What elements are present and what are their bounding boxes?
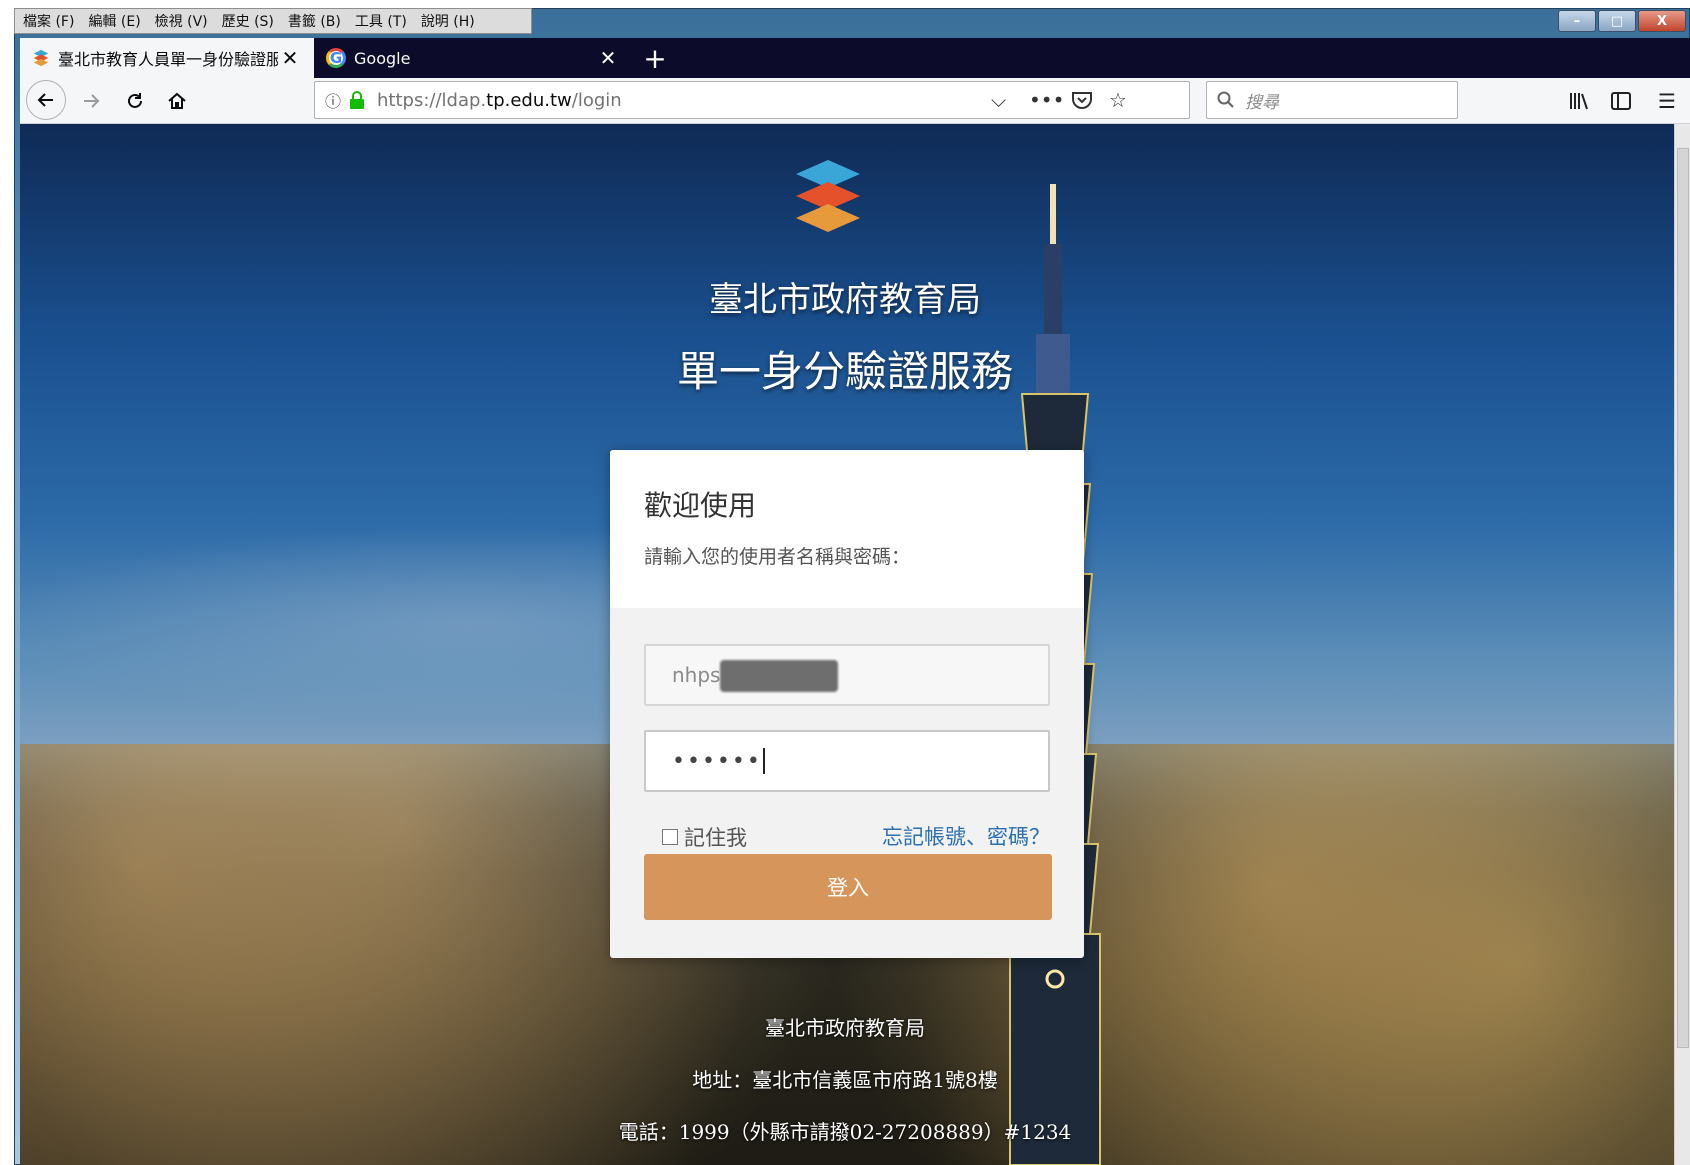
hamburger-menu-icon[interactable]: ☰ xyxy=(1650,82,1684,120)
tab-strip: 臺北市教育人員單一身份驗證服 ✕ G Google ✕ + xyxy=(20,38,1690,78)
vertical-scrollbar[interactable] xyxy=(1674,124,1690,1165)
text-caret xyxy=(762,748,765,774)
menu-file[interactable]: 檔案 (F) xyxy=(23,11,74,31)
minimize-button[interactable]: – xyxy=(1558,10,1596,32)
chevron-down-icon[interactable]: ⌵ xyxy=(991,82,1006,118)
reload-icon xyxy=(128,93,142,108)
url-text: https://ldap.tp.edu.tw/login xyxy=(377,89,622,111)
tab-close-icon[interactable]: ✕ xyxy=(278,46,302,70)
login-instruction: 請輸入您的使用者名稱與密碼： xyxy=(644,546,911,568)
library-icon[interactable] xyxy=(1562,82,1596,120)
footer-phone: 電話：1999（外縣市請撥02-27208889）#1234 xyxy=(618,1120,1072,1144)
info-icon[interactable]: ⓘ xyxy=(325,88,341,112)
tab-title: Google xyxy=(354,48,411,68)
service-title: 單一身分驗證服務 xyxy=(676,347,1013,396)
pocket-icon[interactable] xyxy=(1071,82,1093,118)
password-value: •••••• xyxy=(672,748,762,774)
search-icon xyxy=(1217,91,1234,108)
tab-title: 臺北市教育人員單一身份驗證服 xyxy=(58,50,278,69)
scrollbar-thumb[interactable] xyxy=(1677,148,1689,1048)
tab-close-icon[interactable]: ✕ xyxy=(596,46,620,70)
username-value: nhps xyxy=(672,663,721,687)
menu-bookmarks[interactable]: 書籤 (B) xyxy=(288,11,341,31)
page-actions-icon[interactable]: ••• xyxy=(1029,82,1064,118)
url-bar[interactable]: ⓘ https://ldap.tp.edu.tw/login ⌵ ••• ☆ xyxy=(314,81,1190,119)
menu-history[interactable]: 歷史 (S) xyxy=(222,11,274,31)
menu-tools[interactable]: 工具 (T) xyxy=(355,11,407,31)
footer-org: 臺北市政府教育局 xyxy=(765,1016,925,1040)
tab-google[interactable]: G Google ✕ xyxy=(314,38,632,78)
menu-view[interactable]: 檢視 (V) xyxy=(155,11,208,31)
close-window-button[interactable]: X xyxy=(1638,10,1686,32)
menu-bar: 檔案 (F) 編輯 (E) 檢視 (V) 歷史 (S) 書籤 (B) 工具 (T… xyxy=(14,8,532,34)
window-controls: – □ X xyxy=(1558,10,1686,32)
sidebar-icon[interactable] xyxy=(1604,82,1638,120)
login-button[interactable]: 登入 xyxy=(644,854,1052,920)
navigation-toolbar: ⓘ https://ldap.tp.edu.tw/login ⌵ ••• ☆ 搜… xyxy=(20,78,1690,124)
home-button[interactable] xyxy=(158,82,196,120)
home-icon xyxy=(168,92,186,109)
reload-button[interactable] xyxy=(116,82,154,120)
arrow-left-icon xyxy=(37,93,53,107)
menu-help[interactable]: 說明 (H) xyxy=(421,11,475,31)
back-button[interactable] xyxy=(26,80,66,120)
search-input[interactable]: 搜尋 xyxy=(1206,81,1458,119)
login-card-header: 歡迎使用 請輸入您的使用者名稱與密碼： xyxy=(610,450,1084,608)
password-field[interactable]: •••••• xyxy=(644,730,1050,792)
bookmark-star-icon[interactable]: ☆ xyxy=(1109,82,1127,118)
forward-button[interactable] xyxy=(72,82,110,120)
new-tab-button[interactable]: + xyxy=(640,38,670,78)
menu-edit[interactable]: 編輯 (E) xyxy=(88,11,140,31)
redacted-username-overlay xyxy=(720,660,838,692)
login-card: 歡迎使用 請輸入您的使用者名稱與密碼： nhps •••••• 記住我 忘記帳號… xyxy=(610,450,1084,958)
lock-icon xyxy=(350,91,365,109)
forgot-password-link[interactable]: 忘記帳號、密碼？ xyxy=(882,821,1050,851)
education-bureau-logo xyxy=(796,160,860,232)
arrow-right-icon xyxy=(84,94,100,108)
remember-checkbox[interactable] xyxy=(662,829,678,845)
org-title: 臺北市政府教育局 xyxy=(709,280,981,320)
search-placeholder: 搜尋 xyxy=(1245,92,1279,113)
footer-address: 地址：臺北市信義區市府路1號8樓 xyxy=(692,1068,998,1092)
tab-tp-login[interactable]: 臺北市教育人員單一身份驗證服 ✕ xyxy=(20,38,314,78)
tp-favicon-icon xyxy=(33,49,49,67)
maximize-button[interactable]: □ xyxy=(1598,10,1636,32)
remember-me[interactable]: 記住我 xyxy=(662,822,747,852)
welcome-heading: 歡迎使用 xyxy=(644,489,757,522)
remember-label: 記住我 xyxy=(684,826,747,850)
google-favicon-icon: G xyxy=(326,48,346,68)
username-field[interactable]: nhps xyxy=(644,644,1050,706)
